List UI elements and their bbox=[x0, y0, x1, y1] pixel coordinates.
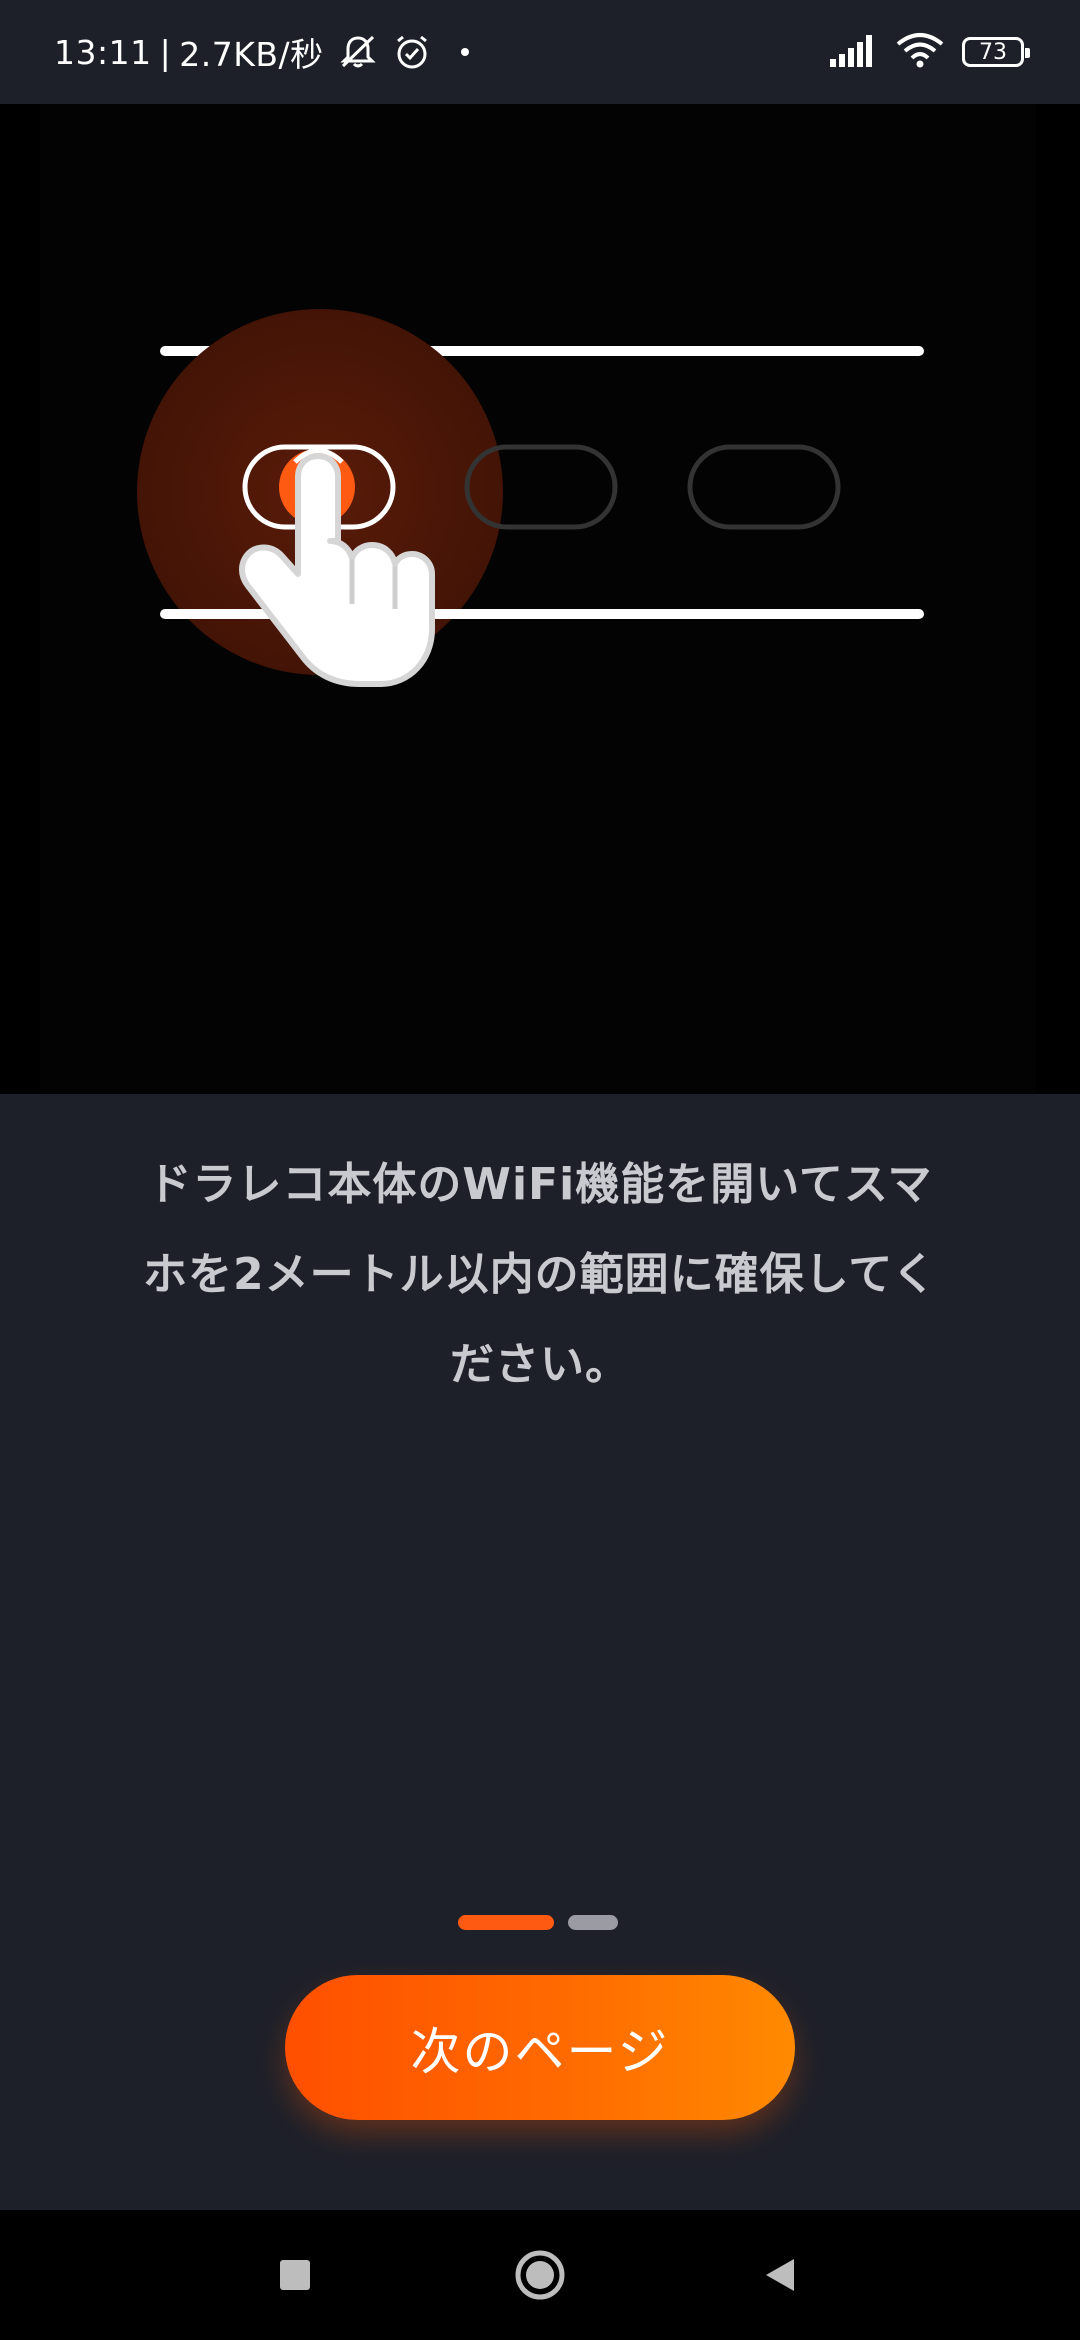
page-indicator bbox=[458, 1915, 618, 1930]
page-indicator-active bbox=[458, 1915, 554, 1930]
battery-level: 73 bbox=[979, 39, 1007, 65]
page-indicator-inactive bbox=[568, 1915, 618, 1930]
status-separator: | bbox=[159, 32, 172, 72]
instruction-line-3: ださい。 bbox=[450, 1339, 630, 1390]
network-speed: 2.7KB/秒 bbox=[179, 35, 324, 74]
dot-icon bbox=[460, 47, 470, 57]
instruction-line-2: ホを2メートル以内の範囲に確保してく bbox=[143, 1249, 937, 1300]
battery-icon: 73 bbox=[962, 37, 1030, 67]
status-time: 13:11 bbox=[54, 32, 152, 72]
alarm-icon bbox=[392, 32, 432, 72]
recent-apps-icon bbox=[280, 2260, 310, 2290]
back-button[interactable] bbox=[740, 2210, 820, 2340]
navigation-bar bbox=[0, 2210, 1080, 2340]
home-icon bbox=[515, 2250, 565, 2300]
instruction-text: ドラレコ本体のWiFi機能を開いてスマ ホを2メートル以内の範囲に確保してく だ… bbox=[130, 1140, 950, 1410]
illustration-panel bbox=[0, 104, 1080, 1094]
home-button[interactable] bbox=[500, 2210, 580, 2340]
device-illustration bbox=[40, 104, 1036, 1094]
signal-icon bbox=[828, 33, 878, 71]
wifi-icon bbox=[896, 32, 944, 72]
status-bar: 13:11 | 2.7KB/秒 73 bbox=[0, 0, 1080, 104]
status-left: 13:11 | 2.7KB/秒 bbox=[54, 26, 470, 78]
instruction-line-1: ドラレコ本体のWiFi機能を開いてスマ bbox=[147, 1159, 933, 1210]
screen: 13:11 | 2.7KB/秒 73 ドラレコ本体のWiFi機能を開いてスマ ホ… bbox=[0, 0, 1080, 2340]
status-right: 73 bbox=[828, 26, 1030, 78]
next-page-label: 次のページ bbox=[410, 2022, 670, 2081]
mute-bell-icon bbox=[338, 32, 378, 72]
recent-apps-button[interactable] bbox=[255, 2210, 335, 2340]
next-page-button[interactable]: 次のページ bbox=[285, 1975, 795, 2120]
back-icon bbox=[766, 2259, 794, 2291]
